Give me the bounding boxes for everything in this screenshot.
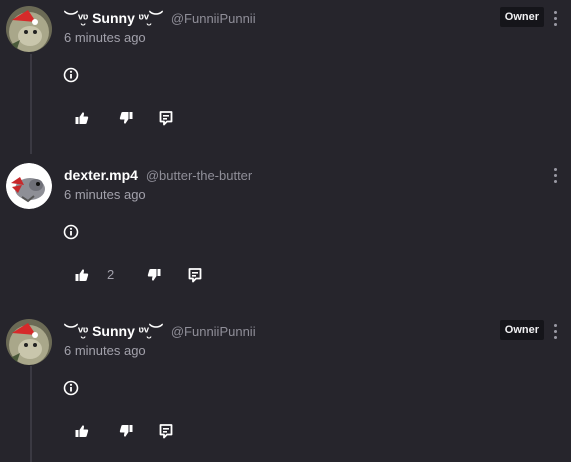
kebab-menu-icon[interactable]: [550, 167, 560, 187]
reply-icon: [187, 267, 203, 283]
comment-header: ︶ᵛ̮ᶹ Sunny ᶹᵛ̮︶ @FunniiPunnii: [64, 321, 256, 342]
avatar[interactable]: [6, 319, 52, 365]
owner-badge: Owner: [499, 7, 544, 27]
comment-header: dexter.mp4 @butter-the-butter: [64, 165, 252, 186]
comment: ︶ᵛ̮ᶹ Sunny ᶹᵛ̮︶ @FunniiPunnii 6 minutes …: [0, 313, 571, 462]
author-handle[interactable]: @FunniiPunnii: [171, 324, 256, 339]
author-handle[interactable]: @FunniiPunnii: [171, 11, 256, 26]
like-button[interactable]: [75, 110, 89, 126]
author-name[interactable]: ︶ᵛ̮ᶹ Sunny ᶹᵛ̮︶: [64, 10, 163, 26]
comment-header: ︶ᵛ̮ᶹ Sunny ᶹᵛ̮︶ @FunniiPunnii: [64, 8, 256, 29]
thumbs-up-icon: [75, 268, 89, 282]
reply-button[interactable]: [158, 110, 174, 126]
thumbs-down-icon: [119, 424, 133, 438]
reply-icon: [158, 110, 174, 126]
thumbs-down-icon: [147, 268, 161, 282]
avatar[interactable]: [6, 163, 52, 209]
author-handle[interactable]: @butter-the-butter: [146, 168, 252, 183]
like-count: 2: [107, 267, 115, 282]
thumbs-down-icon: [119, 111, 133, 125]
thumbs-up-icon: [75, 424, 89, 438]
info-circle-icon[interactable]: [63, 67, 79, 83]
comment: dexter.mp4 @butter-the-butter 6 minutes …: [0, 157, 571, 313]
comment-timestamp[interactable]: 6 minutes ago: [64, 30, 146, 45]
avatar[interactable]: [6, 6, 52, 52]
like-button[interactable]: [75, 267, 89, 283]
reply-button[interactable]: [187, 267, 203, 283]
comment: ︶ᵛ̮ᶹ Sunny ᶹᵛ̮︶ @FunniiPunnii 6 minutes …: [0, 0, 571, 156]
comment-timestamp[interactable]: 6 minutes ago: [64, 343, 146, 358]
dislike-button[interactable]: [147, 267, 161, 283]
kebab-menu-icon[interactable]: [550, 10, 560, 30]
dislike-button[interactable]: [119, 110, 133, 126]
info-circle-icon[interactable]: [63, 380, 79, 396]
thumbs-up-icon: [75, 111, 89, 125]
reply-button[interactable]: [158, 423, 174, 439]
author-name[interactable]: ︶ᵛ̮ᶹ Sunny ᶹᵛ̮︶: [64, 323, 163, 339]
comment-timestamp[interactable]: 6 minutes ago: [64, 187, 146, 202]
reply-icon: [158, 423, 174, 439]
dislike-button[interactable]: [119, 423, 133, 439]
author-name[interactable]: dexter.mp4: [64, 167, 138, 183]
kebab-menu-icon[interactable]: [550, 323, 560, 343]
owner-badge: Owner: [499, 320, 544, 340]
info-circle-icon[interactable]: [63, 224, 79, 240]
like-button[interactable]: [75, 423, 89, 439]
